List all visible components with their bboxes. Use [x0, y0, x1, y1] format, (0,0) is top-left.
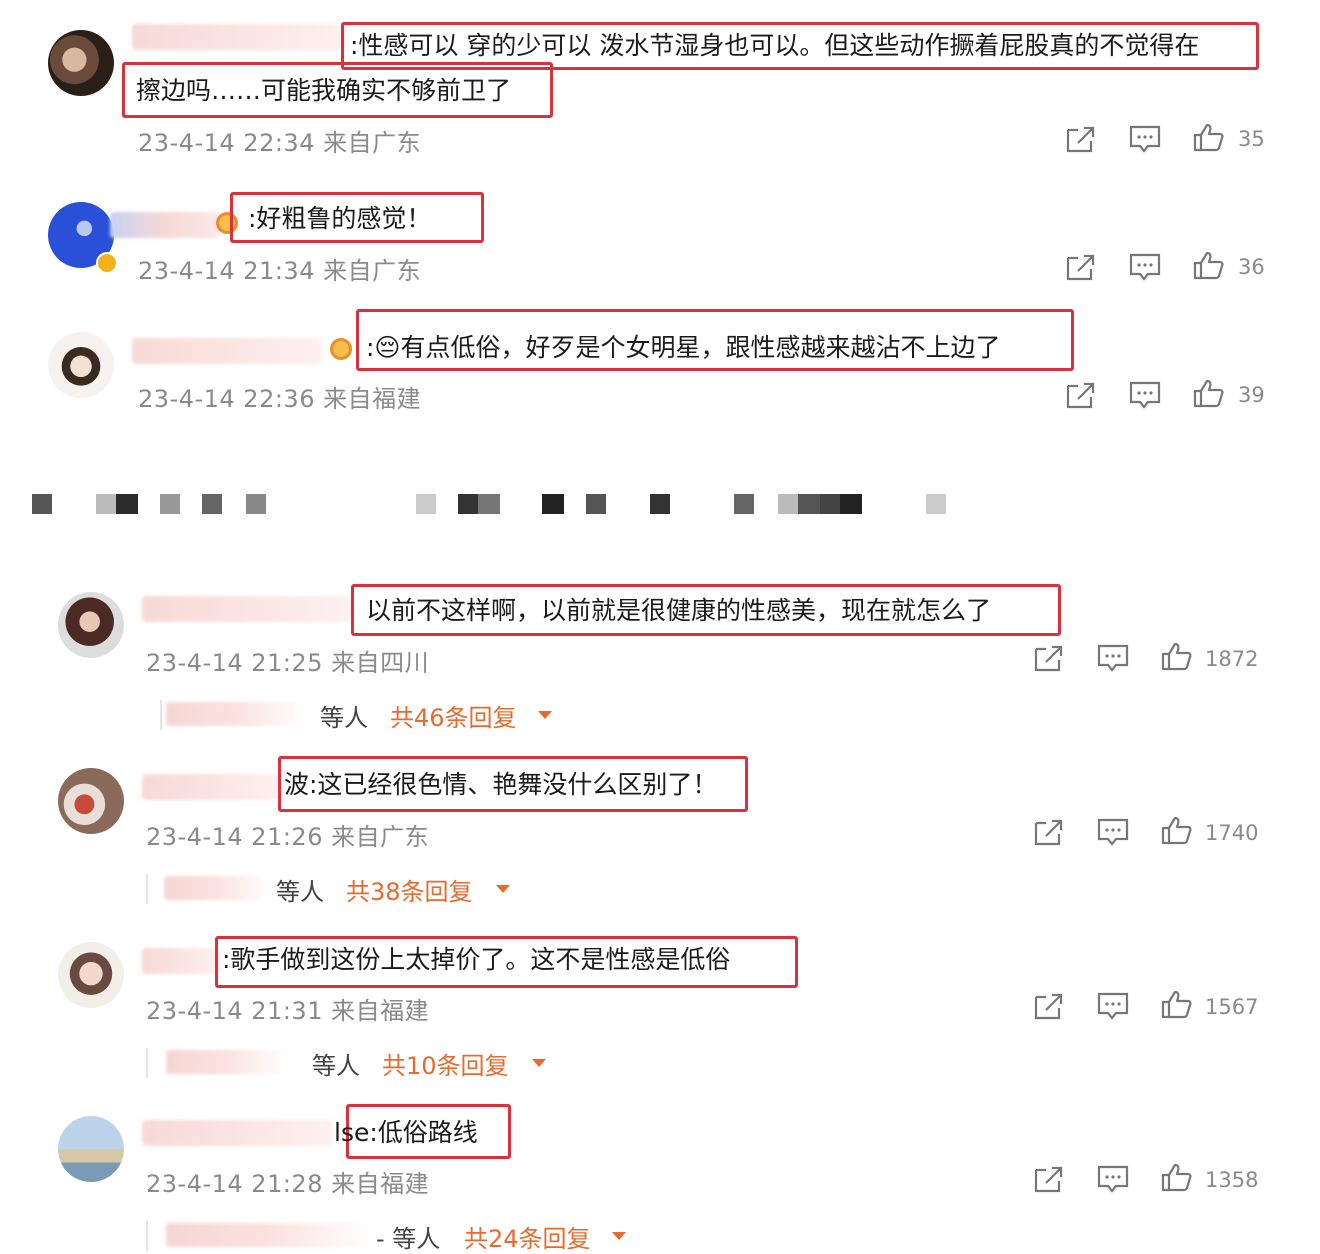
verified-badge-icon — [96, 252, 118, 274]
like-icon[interactable] — [1160, 989, 1194, 1019]
reply-user-blurred — [166, 1050, 286, 1074]
reply-suffix: 等人 — [320, 704, 368, 732]
avatar[interactable] — [58, 1116, 124, 1182]
comment-meta: 23-4-14 21:28 来自福建 — [146, 1170, 430, 1198]
username-blurred[interactable] — [142, 596, 352, 622]
pixelated-divider — [0, 490, 1320, 520]
share-icon[interactable] — [1064, 252, 1098, 282]
comment-meta: 23-4-14 22:36 来自福建 — [138, 385, 422, 413]
reply-user-blurred — [166, 1223, 372, 1247]
avatar[interactable] — [58, 942, 124, 1008]
avatar[interactable] — [48, 30, 114, 96]
vip-crown-icon — [330, 338, 352, 360]
comment-icon[interactable] — [1128, 252, 1162, 282]
reply-count[interactable]: 共38条回复 — [346, 872, 473, 907]
like-count: 36 — [1238, 255, 1265, 279]
reply-user-blurred — [166, 702, 306, 726]
comment-icon[interactable] — [1128, 380, 1162, 410]
reply-summary[interactable]: - 等人 共24条回复 — [146, 1219, 646, 1253]
comment-meta: 23-4-14 21:25 来自四川 — [146, 649, 430, 677]
comment-meta: 23-4-14 22:34 来自广东 — [138, 129, 422, 157]
comment-text-line1: :性感可以 穿的少可以 泼水节湿身也可以。但这些动作撅着屁股真的不觉得在 — [350, 31, 1200, 60]
comment-text: 波:这已经很色情、艳舞没什么区别了！ — [284, 770, 718, 799]
comment-meta: 23-4-14 21:31 来自福建 — [146, 997, 430, 1025]
reply-suffix: 等人 — [312, 1052, 360, 1080]
share-icon[interactable] — [1064, 124, 1098, 154]
like-icon[interactable] — [1192, 250, 1226, 280]
like-icon[interactable] — [1192, 378, 1226, 408]
comment-text-line2: 擦边吗……可能我确实不够前卫了 — [136, 76, 512, 105]
like-count: 1740 — [1205, 821, 1259, 845]
comment-text: lse:低俗路线 — [334, 1118, 478, 1147]
like-count: 1567 — [1205, 995, 1259, 1019]
reply-suffix: - 等人 — [376, 1225, 441, 1253]
share-icon[interactable] — [1032, 817, 1066, 847]
username-blurred[interactable] — [132, 24, 347, 50]
username-blurred[interactable] — [132, 338, 322, 364]
reply-count[interactable]: 共46条回复 — [390, 698, 517, 733]
comment-text: :😔有点低俗，好歹是个女明星，跟性感越来越沾不上边了 — [366, 333, 1001, 362]
share-icon[interactable] — [1032, 643, 1066, 673]
like-count: 39 — [1238, 383, 1265, 407]
reply-count[interactable]: 共10条回复 — [382, 1046, 509, 1081]
reply-user-blurred — [164, 876, 270, 900]
reply-summary[interactable]: 等人 共46条回复 — [160, 698, 580, 732]
comment-icon[interactable] — [1096, 643, 1130, 673]
chevron-down-icon[interactable] — [612, 1232, 626, 1240]
like-count: 35 — [1238, 127, 1265, 151]
like-count: 1358 — [1205, 1168, 1259, 1192]
chevron-down-icon[interactable] — [496, 885, 510, 893]
reply-summary[interactable]: 等人 共10条回复 — [146, 1046, 566, 1080]
reply-suffix: 等人 — [276, 878, 324, 906]
like-count: 1872 — [1205, 647, 1259, 671]
username-blurred[interactable] — [142, 1120, 332, 1146]
comment-icon[interactable] — [1096, 991, 1130, 1021]
comment-icon[interactable] — [1096, 817, 1130, 847]
chevron-down-icon[interactable] — [532, 1059, 546, 1067]
comment-meta: 23-4-14 21:34 来自广东 — [138, 257, 422, 285]
comment-icon[interactable] — [1096, 1164, 1130, 1194]
comment-meta: 23-4-14 21:26 来自广东 — [146, 823, 430, 851]
username-blurred[interactable] — [110, 212, 220, 238]
avatar[interactable] — [58, 768, 124, 834]
reply-count[interactable]: 共24条回复 — [464, 1219, 591, 1254]
comment-icon[interactable] — [1128, 124, 1162, 154]
comment-text: :好粗鲁的感觉！ — [248, 204, 432, 233]
like-icon[interactable] — [1160, 1162, 1194, 1192]
username-blurred[interactable] — [142, 774, 282, 800]
comment-text: :歌手做到这份上太掉价了。这不是性感是低俗 — [222, 945, 731, 974]
share-icon[interactable] — [1032, 1164, 1066, 1194]
reply-summary[interactable]: 等人 共38条回复 — [146, 872, 566, 906]
comment-text: 以前不这样啊，以前就是很健康的性感美，现在就怎么了 — [366, 596, 992, 625]
like-icon[interactable] — [1160, 815, 1194, 845]
share-icon[interactable] — [1032, 991, 1066, 1021]
like-icon[interactable] — [1192, 122, 1226, 152]
username-blurred[interactable] — [142, 948, 222, 974]
share-icon[interactable] — [1064, 380, 1098, 410]
like-icon[interactable] — [1160, 641, 1194, 671]
avatar[interactable] — [58, 592, 124, 658]
chevron-down-icon[interactable] — [538, 711, 552, 719]
avatar[interactable] — [48, 332, 114, 398]
